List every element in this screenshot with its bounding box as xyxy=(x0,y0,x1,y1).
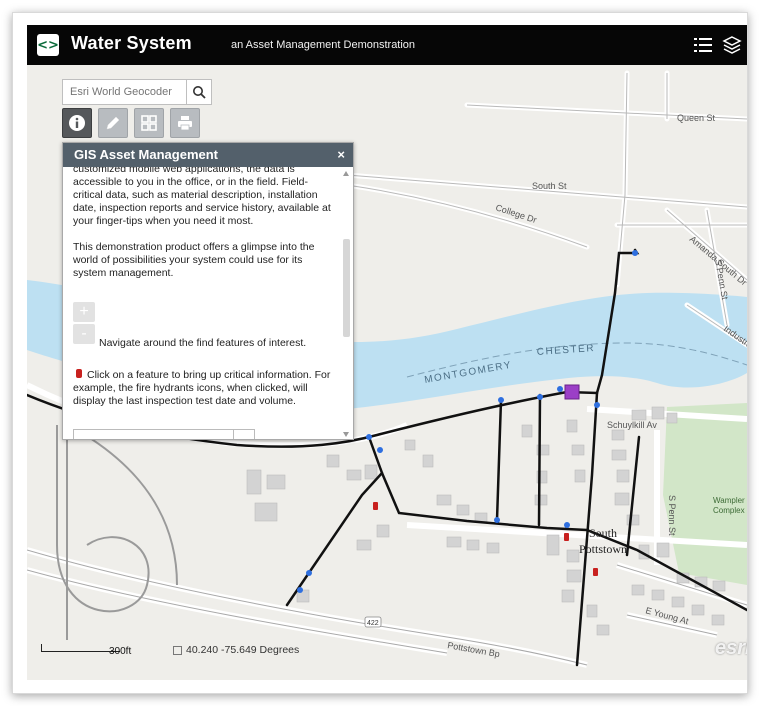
hydrant-help-text: Click on a feature to bring up critical … xyxy=(73,369,331,407)
zoom-out-sample: - xyxy=(73,324,95,344)
info-icon xyxy=(69,115,85,131)
label-route-422: 422 xyxy=(367,620,379,627)
panel-body[interactable]: customized mobile web applications, the … xyxy=(63,167,339,439)
label-schuylkill-av: Schuylkill Av xyxy=(607,420,657,430)
label-pottstown: Pottstown xyxy=(579,542,627,556)
print-button[interactable] xyxy=(170,108,200,138)
zoom-in-sample: + xyxy=(73,302,95,322)
search-input[interactable] xyxy=(63,80,187,104)
grid-icon xyxy=(141,115,157,131)
coordinate-readout: 40.240 -75.649 Degrees xyxy=(173,644,299,656)
label-wampler: Wampler xyxy=(713,496,745,505)
app: <> Water System an Asset Management Demo… xyxy=(27,25,747,680)
coordinates-icon xyxy=(173,645,182,655)
header-bar: <> Water System an Asset Management Demo… xyxy=(27,25,747,65)
edit-button[interactable] xyxy=(98,108,128,138)
label-penn-st-2: S Penn St xyxy=(667,495,677,536)
panel-paragraph-1: customized mobile web applications, the … xyxy=(73,167,331,227)
close-icon[interactable]: × xyxy=(337,143,345,167)
pencil-icon xyxy=(106,116,120,130)
panel-title: GIS Asset Management xyxy=(74,147,219,162)
route-shield: 422 xyxy=(364,616,382,628)
scale-label: 300ft xyxy=(109,646,132,657)
app-subtitle: an Asset Management Demonstration xyxy=(231,39,416,51)
info-button[interactable] xyxy=(62,108,92,138)
scroll-up-icon[interactable] xyxy=(343,171,349,176)
label-queen-st: Queen St xyxy=(677,113,716,123)
print-icon xyxy=(178,116,192,131)
coordinates-text: 40.240 -75.649 Degrees xyxy=(186,644,300,656)
panel-paragraph-2: This demonstration product offers a glim… xyxy=(73,241,315,279)
info-panel: GIS Asset Management × customized mobile… xyxy=(62,142,354,440)
park-labels: Wampler Complex xyxy=(713,496,745,515)
geocoder-search xyxy=(62,79,212,105)
logo-icon[interactable]: <> xyxy=(37,34,59,56)
panel-header: GIS Asset Management × xyxy=(63,143,353,167)
basemap-button[interactable] xyxy=(134,108,164,138)
search-icon[interactable] xyxy=(186,80,211,104)
scroll-thumb[interactable] xyxy=(343,239,350,337)
pump-station-marker[interactable] xyxy=(564,384,580,400)
scroll-down-icon[interactable] xyxy=(343,432,349,437)
app-title: Water System xyxy=(71,33,192,53)
window-frame: <> Water System an Asset Management Demo… xyxy=(12,12,748,694)
search-icon xyxy=(233,430,254,439)
esri-logo[interactable]: esri xyxy=(715,637,747,660)
panel-scrollbar[interactable] xyxy=(342,171,351,437)
list-icon[interactable] xyxy=(693,35,713,55)
label-complex: Complex xyxy=(713,506,745,515)
toolbar xyxy=(62,108,200,138)
sample-search-field xyxy=(73,429,255,439)
layers-icon[interactable] xyxy=(722,35,742,55)
label-south: South xyxy=(589,526,617,540)
label-south-st: South St xyxy=(532,181,567,191)
navigate-text: Navigate around the find features of int… xyxy=(99,337,307,349)
